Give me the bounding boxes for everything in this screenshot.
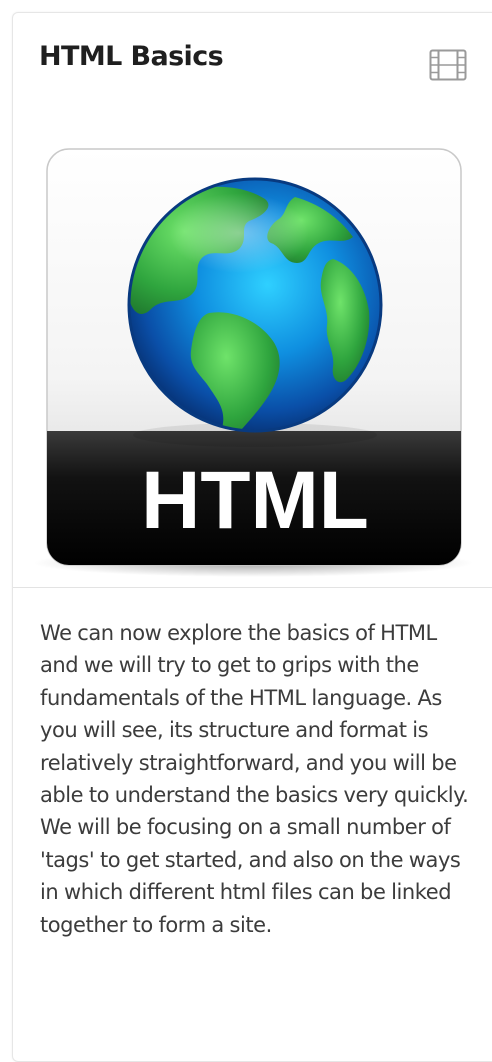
card-title[interactable]: HTML Basics [39, 41, 224, 72]
card-description: We can now explore the basics of HTML an… [40, 621, 469, 937]
card-thumbnail[interactable]: HTML [13, 113, 492, 587]
film-icon [429, 49, 467, 81]
html-logo-text: HTML [141, 455, 369, 546]
divider [13, 587, 492, 588]
course-card[interactable]: HTML Basics HTML We can now explore the … [12, 12, 492, 1062]
card-header: HTML Basics [13, 13, 492, 113]
